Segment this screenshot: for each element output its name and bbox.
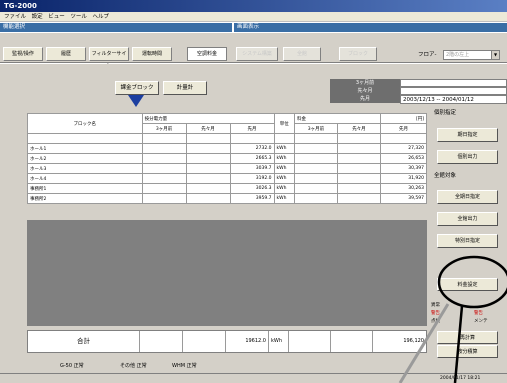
pointer-line-dark xyxy=(453,305,464,383)
pointer-line-light xyxy=(398,303,450,383)
annotation-overlay xyxy=(398,255,507,383)
highlight-circle xyxy=(437,255,507,309)
